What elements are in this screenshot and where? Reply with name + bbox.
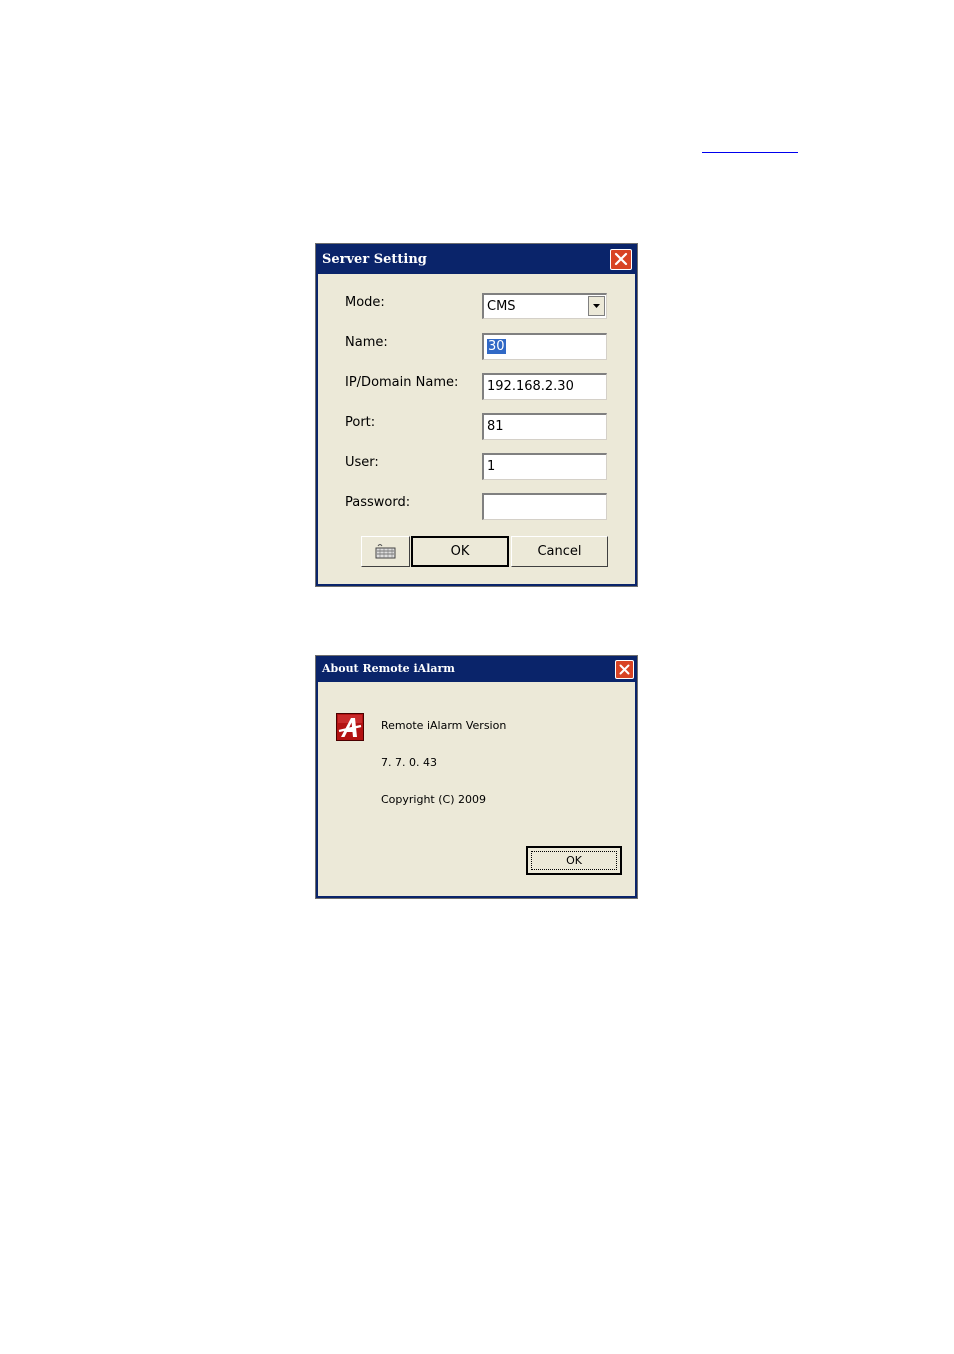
focus-rectangle: [531, 851, 617, 870]
ip-field[interactable]: 192.168.2.30: [482, 373, 607, 400]
keyboard-button[interactable]: [361, 536, 410, 567]
close-icon: [619, 664, 630, 675]
ok-button[interactable]: OK: [411, 536, 509, 567]
cancel-label: Cancel: [537, 544, 582, 559]
product-version-label: Remote iAlarm Version: [381, 719, 507, 732]
password-label: Password:: [345, 495, 411, 510]
cancel-button[interactable]: Cancel: [511, 536, 608, 567]
about-titlebar: About Remote iAlarm: [316, 656, 637, 682]
port-value: 81: [487, 419, 504, 434]
about-dialog: About Remote iAlarm Remote iAlarm Versio…: [315, 655, 638, 899]
close-button[interactable]: [615, 660, 634, 679]
user-value: 1: [487, 459, 496, 474]
mode-label: Mode:: [345, 295, 385, 310]
keyboard-icon: [375, 544, 396, 559]
close-button[interactable]: [610, 249, 632, 270]
link-underline[interactable]: [702, 140, 798, 153]
name-field[interactable]: 30: [482, 333, 607, 360]
dropdown-button[interactable]: [588, 296, 605, 316]
ok-button[interactable]: OK: [526, 846, 622, 875]
mode-value: CMS: [487, 299, 516, 314]
password-field[interactable]: [482, 493, 607, 520]
copyright-text: Copyright (C) 2009: [381, 793, 486, 806]
mode-select[interactable]: CMS: [482, 293, 607, 319]
dialog-title: About Remote iAlarm: [322, 662, 455, 675]
port-field[interactable]: 81: [482, 413, 607, 440]
ip-label: IP/Domain Name:: [345, 375, 459, 390]
ip-value: 192.168.2.30: [487, 379, 574, 394]
server-setting-dialog: Server Setting Mode: CMS Name: 30 IP/Dom…: [315, 243, 638, 587]
chevron-down-icon: [593, 304, 600, 308]
server-setting-titlebar: Server Setting: [316, 244, 637, 274]
user-label: User:: [345, 455, 379, 470]
user-field[interactable]: 1: [482, 453, 607, 480]
remote-ialarm-logo-icon: [336, 713, 364, 741]
version-number: 7. 7. 0. 43: [381, 756, 437, 769]
port-label: Port:: [345, 415, 376, 430]
name-label: Name:: [345, 335, 388, 350]
dialog-title: Server Setting: [322, 252, 427, 267]
name-value: 30: [487, 339, 506, 354]
ok-label: OK: [450, 544, 470, 559]
close-icon: [614, 252, 628, 266]
